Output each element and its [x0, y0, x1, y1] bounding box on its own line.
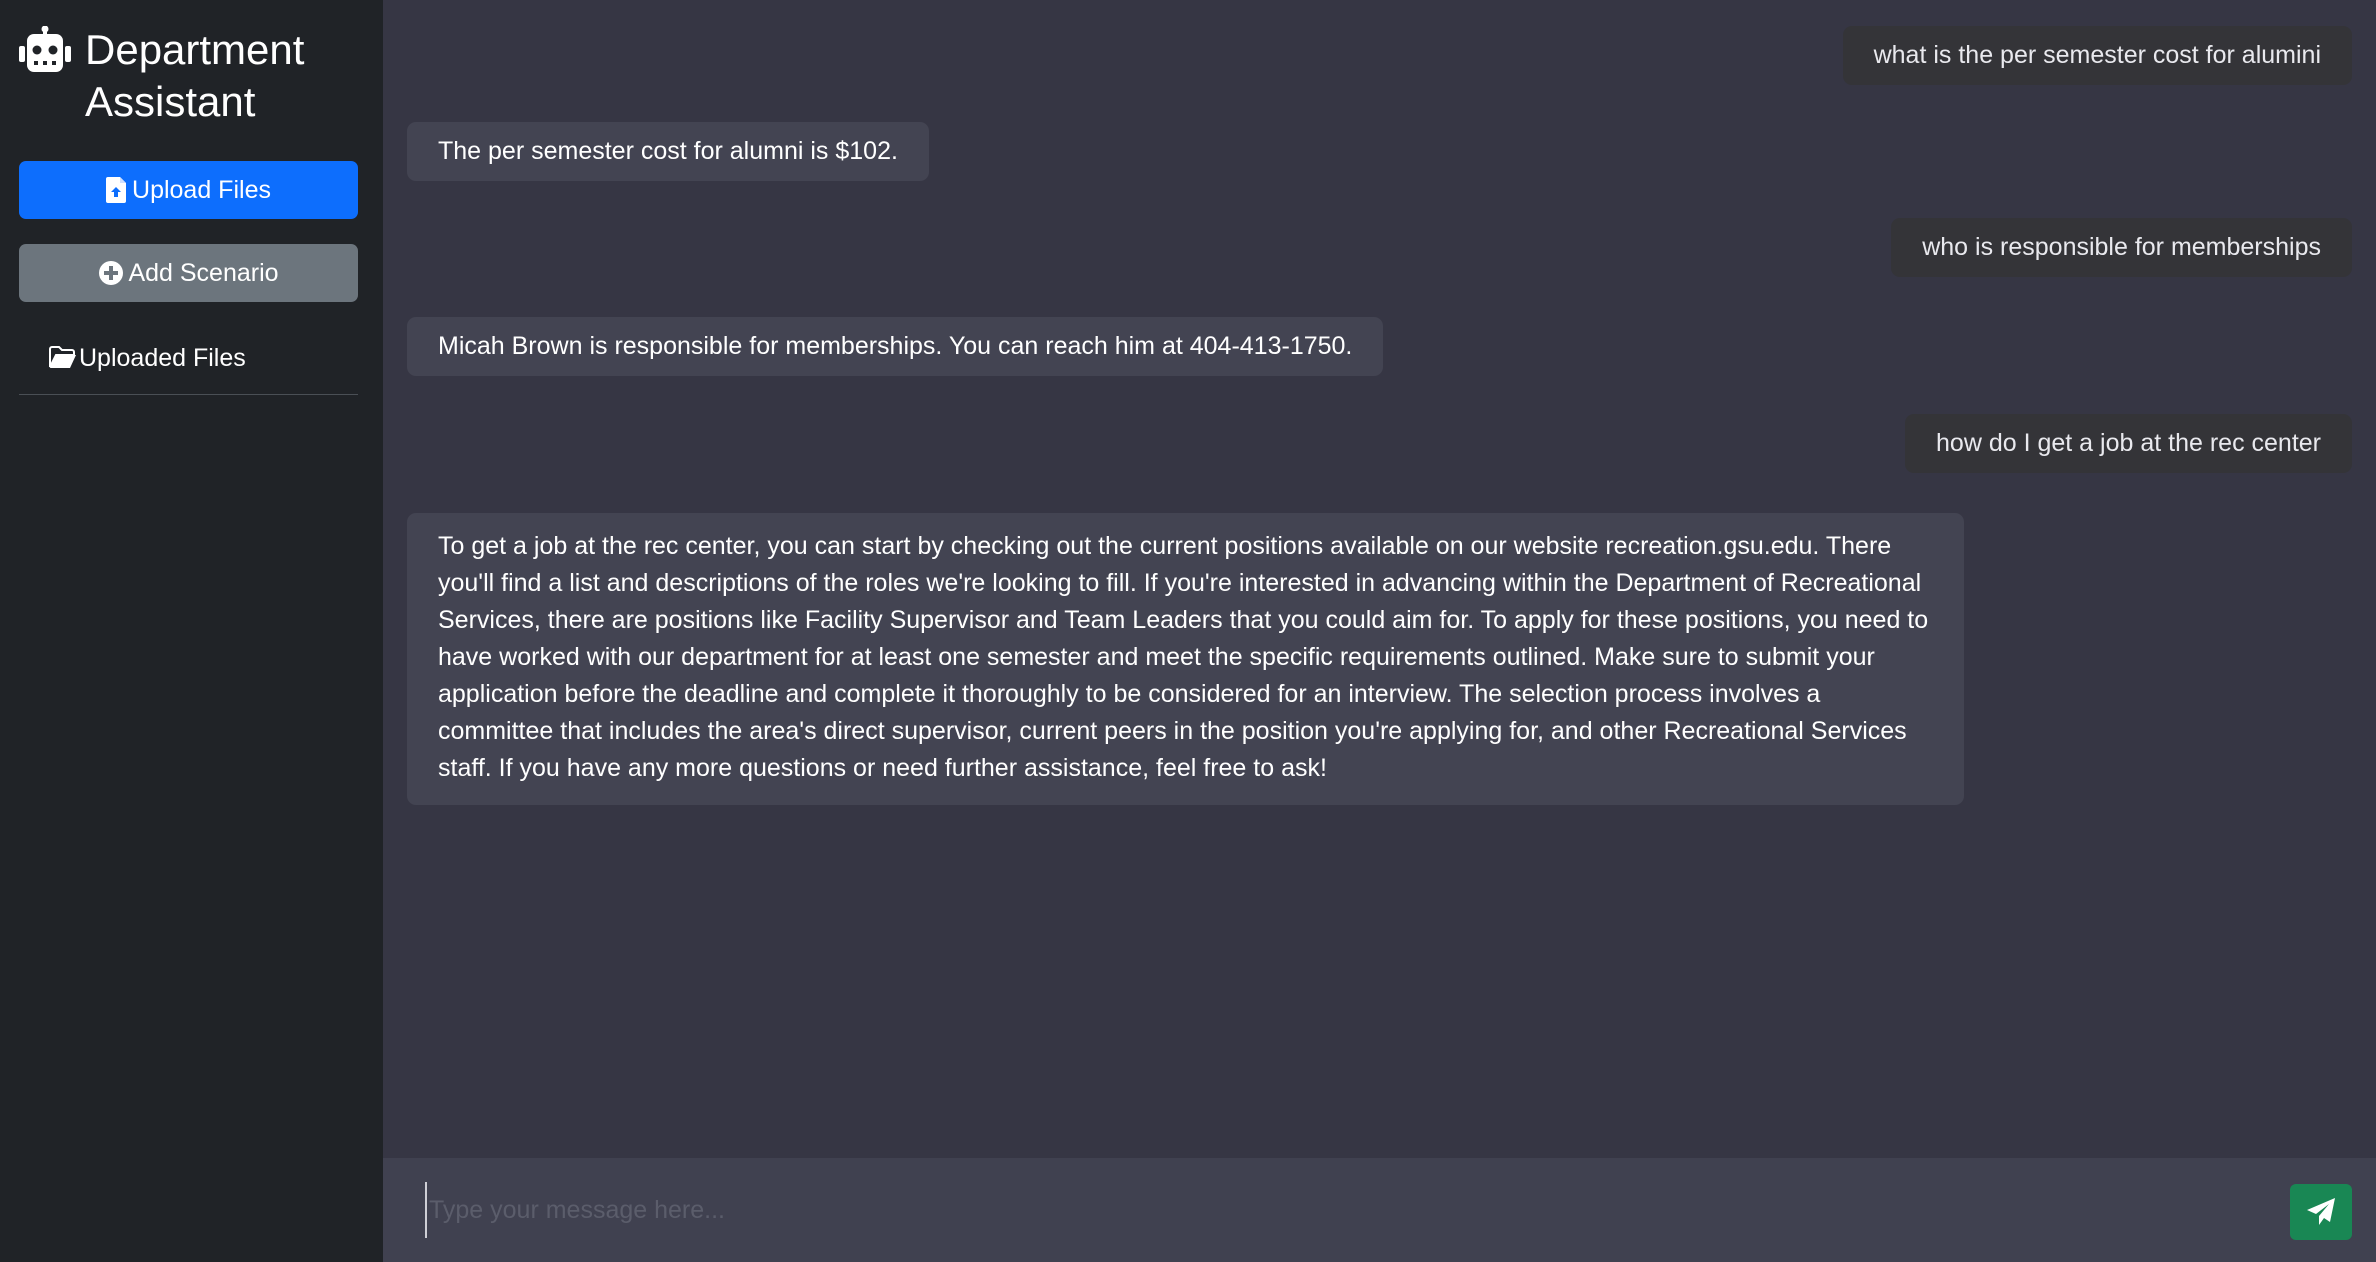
assistant-message: The per semester cost for alumni is $102…: [407, 122, 929, 181]
chat-area: what is the per semester cost for alumin…: [383, 0, 2376, 1158]
paper-plane-icon: [2307, 1198, 2335, 1225]
user-message: who is responsible for memberships: [1891, 218, 2352, 277]
upload-files-label: Upload Files: [132, 175, 271, 204]
sidebar: Department Assistant Upload Files Add Sc…: [0, 0, 383, 1262]
plus-circle-icon: [99, 261, 124, 285]
folder-open-icon: [49, 346, 76, 368]
message-composer: [383, 1158, 2376, 1262]
sidebar-divider: [19, 394, 358, 395]
user-message: how do I get a job at the rec center: [1905, 414, 2352, 473]
add-scenario-label: Add Scenario: [128, 258, 279, 287]
send-button[interactable]: [2290, 1184, 2352, 1240]
add-scenario-button[interactable]: Add Scenario: [19, 244, 358, 302]
app-brand: Department Assistant: [19, 24, 358, 128]
message-input[interactable]: [425, 1182, 2265, 1238]
app-window: Department Assistant Upload Files Add Sc…: [0, 0, 2376, 1262]
app-title: Department Assistant: [85, 26, 305, 125]
robot-icon: [19, 26, 71, 72]
uploaded-files-label: Uploaded Files: [79, 343, 246, 372]
user-message: what is the per semester cost for alumin…: [1842, 26, 2352, 85]
upload-files-button[interactable]: Upload Files: [19, 161, 358, 219]
assistant-message: To get a job at the rec center, you can …: [407, 513, 1964, 805]
uploaded-files-link[interactable]: Uploaded Files: [19, 336, 358, 380]
assistant-message: Micah Brown is responsible for membershi…: [407, 317, 1384, 376]
file-upload-icon: [106, 177, 127, 203]
